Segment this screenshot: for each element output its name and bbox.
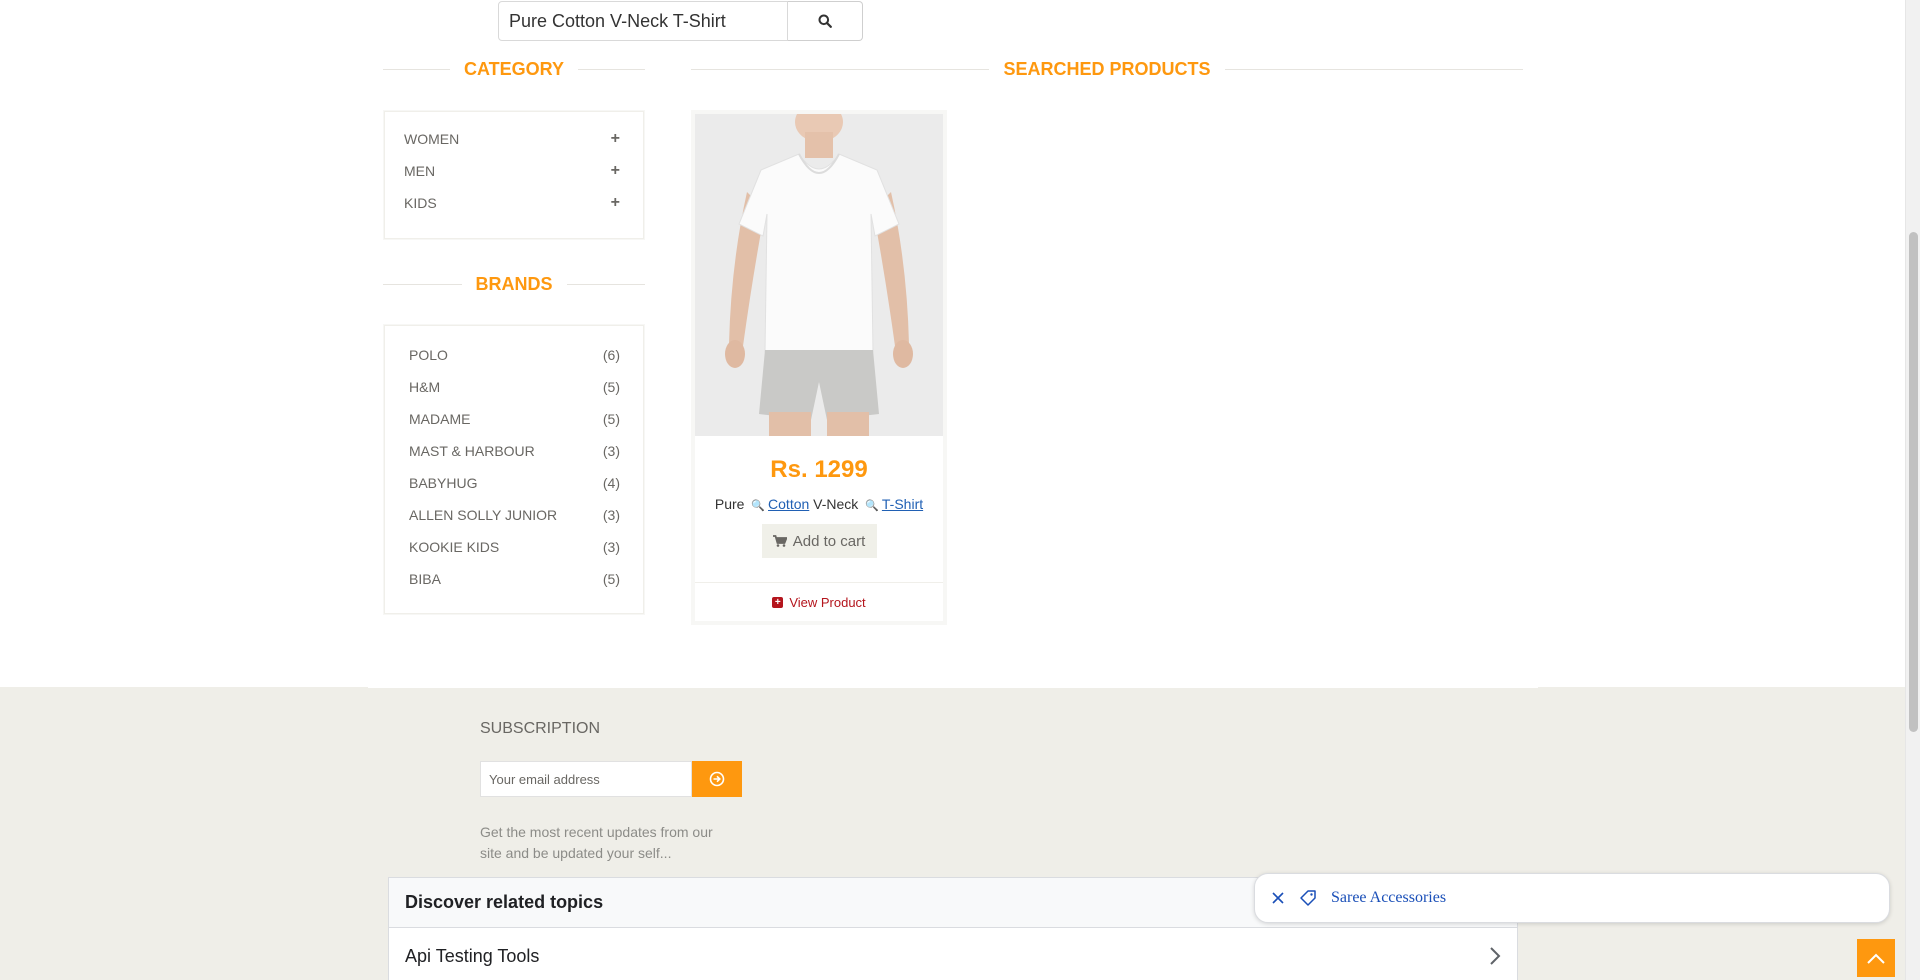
- category-title: Category: [383, 59, 646, 80]
- add-to-cart-label: Add to cart: [792, 532, 866, 550]
- magnifier-icon: 🔍: [865, 500, 879, 512]
- category-item-kids[interactable]: KIDS +: [384, 187, 644, 219]
- brand-item[interactable]: POLO (6): [384, 339, 644, 371]
- scrollbar-thumb[interactable]: [1909, 232, 1918, 732]
- related-topic-item[interactable]: Api Testing Tools: [389, 928, 1517, 980]
- tag-icon: [1300, 890, 1316, 906]
- search-button[interactable]: [788, 1, 863, 41]
- product-image[interactable]: [695, 114, 943, 436]
- category-panel: WOMEN + MEN + KIDS +: [383, 110, 645, 240]
- suggestion-chip: Saree Accessories: [1254, 873, 1890, 923]
- product-price: Rs. 1299: [770, 456, 868, 483]
- brand-count: (3): [602, 443, 620, 459]
- plus-square-icon: +: [772, 597, 784, 608]
- brand-name: MADAME: [409, 411, 471, 427]
- brand-count: (3): [602, 507, 620, 523]
- footer-divider: [368, 687, 1538, 688]
- close-icon[interactable]: [1271, 891, 1285, 905]
- product-name-word: V-Neck: [813, 496, 859, 512]
- category-item-women[interactable]: WOMEN +: [384, 123, 644, 155]
- view-product-link[interactable]: + View Product: [695, 595, 943, 610]
- brand-name: BIBA: [409, 571, 441, 587]
- brand-count: (4): [602, 475, 620, 491]
- scrollbar[interactable]: [1905, 0, 1920, 980]
- magnifier-icon: 🔍: [751, 500, 766, 512]
- brand-name: POLO: [409, 347, 448, 363]
- product-card: Rs. 1299 Pure 🔍 Cotton V-Neck 🔍 T-Shirt Ad…: [691, 110, 947, 625]
- brand-count: (5): [602, 379, 620, 395]
- brand-name: KOOKIE KIDS: [409, 539, 500, 555]
- search-input[interactable]: Pure Cotton V-Neck T-Shirt: [498, 1, 788, 41]
- subscribe-button[interactable]: [692, 761, 742, 797]
- brand-count: (6): [602, 347, 620, 363]
- product-name: Pure 🔍 Cotton V-Neck 🔍 T-Shirt: [695, 496, 943, 512]
- chevron-up-icon: [1867, 953, 1885, 964]
- email-field[interactable]: Your email address: [480, 761, 692, 797]
- brand-name: H&M: [409, 379, 441, 395]
- product-link-cotton[interactable]: Cotton: [768, 496, 809, 512]
- plus-icon[interactable]: +: [611, 130, 620, 148]
- brand-count: (5): [602, 571, 620, 587]
- product-name-word: Pure: [714, 496, 745, 512]
- arrow-circle-right-icon: [709, 771, 725, 787]
- brands-title-text: Brands: [475, 274, 553, 294]
- brand-name: ALLEN SOLLY JUNIOR: [409, 507, 558, 523]
- product-link-tshirt[interactable]: T-Shirt: [882, 496, 923, 512]
- scroll-to-top-button[interactable]: [1857, 939, 1895, 977]
- brand-item[interactable]: KOOKIE KIDS (3): [384, 531, 644, 563]
- category-label: WOMEN: [404, 131, 460, 147]
- searched-products-title: Searched Products: [691, 59, 1523, 80]
- category-title-text: Category: [464, 59, 565, 79]
- tshirt-model-image: [695, 114, 943, 436]
- add-to-cart-button[interactable]: Add to cart: [761, 524, 877, 558]
- brands-title: Brands: [383, 274, 646, 295]
- chip-label[interactable]: Saree Accessories: [1331, 889, 1446, 907]
- brand-item[interactable]: BABYHUG (4): [384, 467, 644, 499]
- chevron-right-icon: [1490, 947, 1501, 965]
- cart-icon: [772, 535, 787, 547]
- related-topic-label: Api Testing Tools: [405, 945, 540, 966]
- brand-name: BABYHUG: [409, 475, 478, 491]
- subscription-description: Get the most recent updates from our sit…: [480, 824, 713, 861]
- brand-item[interactable]: MADAME (5): [384, 403, 644, 435]
- brand-item[interactable]: H&M (5): [384, 371, 644, 403]
- brand-item[interactable]: MAST & HARBOUR (3): [384, 435, 644, 467]
- card-divider: [695, 582, 943, 583]
- search-icon: [818, 14, 832, 28]
- brand-count: (3): [602, 539, 620, 555]
- brand-item[interactable]: BIBA (5): [384, 563, 644, 595]
- plus-icon[interactable]: +: [611, 194, 620, 212]
- brand-count: (5): [602, 411, 620, 427]
- brand-name: MAST & HARBOUR: [409, 443, 535, 459]
- category-label: MEN: [404, 163, 436, 179]
- brands-panel: POLO (6) H&M (5) MADAME (5) MAST & HARBO…: [383, 324, 645, 615]
- subscription-title: SUBSCRIPTION: [480, 720, 601, 737]
- brand-item[interactable]: ALLEN SOLLY JUNIOR (3): [384, 499, 644, 531]
- category-label: KIDS: [404, 195, 437, 211]
- plus-icon[interactable]: +: [611, 162, 620, 180]
- searched-products-title-text: Searched Products: [1003, 59, 1211, 79]
- search-bar: Pure Cotton V-Neck T-Shirt: [498, 1, 863, 41]
- view-product-label: View Product: [789, 595, 866, 610]
- category-item-men[interactable]: MEN +: [384, 155, 644, 187]
